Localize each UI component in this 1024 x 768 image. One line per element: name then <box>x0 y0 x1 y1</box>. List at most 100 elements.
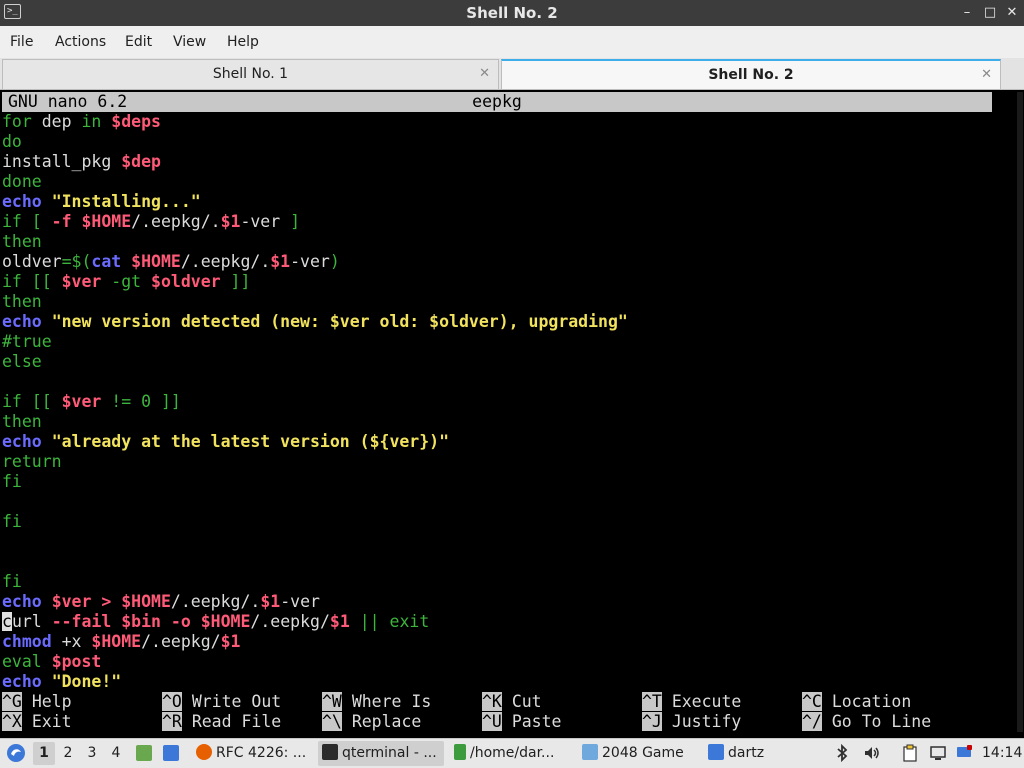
editor-buffer[interactable]: for dep in $deps do install_pkg $dep done ec… <box>2 112 628 692</box>
shortcut-location[interactable]: ^C Location <box>802 692 911 712</box>
close-icon[interactable]: ✕ <box>1002 2 1022 24</box>
task-firefox[interactable]: RFC 4226: ... <box>192 741 314 766</box>
volume-icon[interactable] <box>862 744 882 764</box>
code-token: if [ <box>2 212 52 231</box>
shortcut-exit[interactable]: ^X Exit <box>2 712 72 732</box>
shortcut-justify[interactable]: ^J Justify <box>642 712 741 732</box>
terminal-area[interactable]: GNU nano 6.2 eepkg for dep in $deps do ins… <box>0 90 1024 738</box>
task-dartz[interactable]: dartz <box>704 741 824 766</box>
task-file-manager[interactable]: /home/dar... <box>450 741 574 766</box>
shortcut-key: ^J <box>642 712 662 731</box>
window-title-bar[interactable]: >_ Shell No. 2 – □ ✕ <box>0 0 1024 26</box>
shortcut-label: Go To Line <box>831 712 932 731</box>
menu-actions[interactable]: Actions <box>55 26 106 58</box>
tab-shell-2[interactable]: Shell No. 2 ✕ <box>501 59 1001 89</box>
code-token: $HOME <box>121 592 171 611</box>
clock[interactable]: 14:14 <box>982 739 1022 768</box>
code-token: /.eepkg/ <box>250 612 330 631</box>
tab-close-icon[interactable]: ✕ <box>479 60 490 88</box>
code-token: $1 <box>260 592 281 611</box>
tab-shell-1[interactable]: Shell No. 1 ✕ <box>2 59 499 89</box>
code-token: $1 <box>220 212 241 231</box>
shortcut-write-out[interactable]: ^O Write Out <box>162 692 281 712</box>
bluetooth-icon[interactable] <box>832 743 852 764</box>
show-desktop-icon[interactable] <box>163 739 185 768</box>
workspace-1[interactable]: 1 <box>33 742 55 765</box>
shortcut-execute[interactable]: ^T Execute <box>642 692 741 712</box>
workspace-4[interactable]: 4 <box>105 742 127 765</box>
code-token: fi <box>2 472 22 491</box>
menu-edit[interactable]: Edit <box>125 26 152 58</box>
code-line: curl --fail $bin -o $HOME/.eepkg/$1 || e… <box>2 612 628 632</box>
code-line: chmod +x $HOME/.eepkg/$1 <box>2 632 628 652</box>
workspace-2[interactable]: 2 <box>57 742 79 765</box>
code-token: echo <box>2 432 42 451</box>
network-icon[interactable] <box>928 744 948 764</box>
clipboard-icon[interactable] <box>900 744 920 764</box>
shortcut-where-is[interactable]: ^W Where Is <box>322 692 431 712</box>
terminal-scrollbar[interactable] <box>1017 92 1023 732</box>
code-line: then <box>2 412 628 432</box>
task-label: 2048 Game <box>602 745 684 761</box>
task-2048-game[interactable]: 2048 Game <box>578 741 700 766</box>
code-line: fi <box>2 572 628 592</box>
quicklaunch-notes-icon[interactable] <box>136 739 158 768</box>
tab-bar: Shell No. 1 ✕ Shell No. 2 ✕ <box>0 58 1024 90</box>
code-line: echo "Installing..." <box>2 192 628 212</box>
shortcut-key: ^G <box>2 692 22 711</box>
maximize-icon[interactable]: □ <box>980 2 1000 24</box>
code-line: echo "already at the latest version (${v… <box>2 432 628 452</box>
shortcut-label: Exit <box>31 712 72 731</box>
shortcut-key: ^R <box>162 712 182 731</box>
shortcut-label: Where Is <box>351 692 432 711</box>
workspace-3[interactable]: 3 <box>81 742 103 765</box>
code-token: $ver <box>61 272 102 291</box>
shortcut-key: ^W <box>322 692 342 711</box>
code-token: $HOME <box>81 212 132 231</box>
text-cursor: c <box>2 612 12 631</box>
code-line: fi <box>2 472 628 492</box>
code-token: --fail <box>51 612 112 631</box>
task-qterminal[interactable]: qterminal - ... <box>318 741 444 766</box>
code-line: echo "new version detected (new: $ver ol… <box>2 312 628 332</box>
menu-file[interactable]: File <box>10 26 33 58</box>
code-line: echo $ver > $HOME/.eepkg/.$1-ver <box>2 592 628 612</box>
menu-view[interactable]: View <box>173 26 206 58</box>
shortcut-label: Help <box>31 692 72 711</box>
shortcut-cut[interactable]: ^K Cut <box>482 692 542 712</box>
menu-help[interactable]: Help <box>227 26 259 58</box>
shortcut-label: Cut <box>511 692 542 711</box>
shortcut-label: Write Out <box>191 692 282 711</box>
code-token: echo <box>2 592 42 611</box>
code-token: $oldver <box>151 272 221 291</box>
shortcut-label: Justify <box>671 712 742 731</box>
tab-close-icon[interactable]: ✕ <box>981 61 992 89</box>
code-token: $1 <box>220 632 241 651</box>
nano-title-bar: GNU nano 6.2 eepkg <box>2 92 992 112</box>
shortcut-replace[interactable]: ^\ Replace <box>322 712 421 732</box>
shortcut-key: ^C <box>802 692 822 711</box>
shortcut-help[interactable]: ^G Help <box>2 692 72 712</box>
code-token: url <box>11 612 52 631</box>
minimize-icon[interactable]: – <box>957 2 977 24</box>
code-token: for <box>2 112 32 131</box>
code-token: $HOME <box>91 632 142 651</box>
code-token: /.eepkg/. <box>131 212 221 231</box>
code-token: if [[ <box>2 392 62 411</box>
shortcut-go-to-line[interactable]: ^/ Go To Line <box>802 712 931 732</box>
code-token: install_pkg <box>2 152 122 171</box>
code-token: -ver <box>280 592 320 611</box>
code-line: then <box>2 232 628 252</box>
start-menu-icon[interactable] <box>6 739 28 768</box>
shortcut-paste[interactable]: ^U Paste <box>482 712 561 732</box>
code-line: fi <box>2 512 628 532</box>
nano-shortcut-bar: ^G Help ^O Write Out ^W Where Is ^K Cut … <box>2 692 1022 732</box>
update-notifier-icon[interactable] <box>954 744 974 764</box>
shortcut-read-file[interactable]: ^R Read File <box>162 712 281 732</box>
shortcut-label: Read File <box>191 712 282 731</box>
